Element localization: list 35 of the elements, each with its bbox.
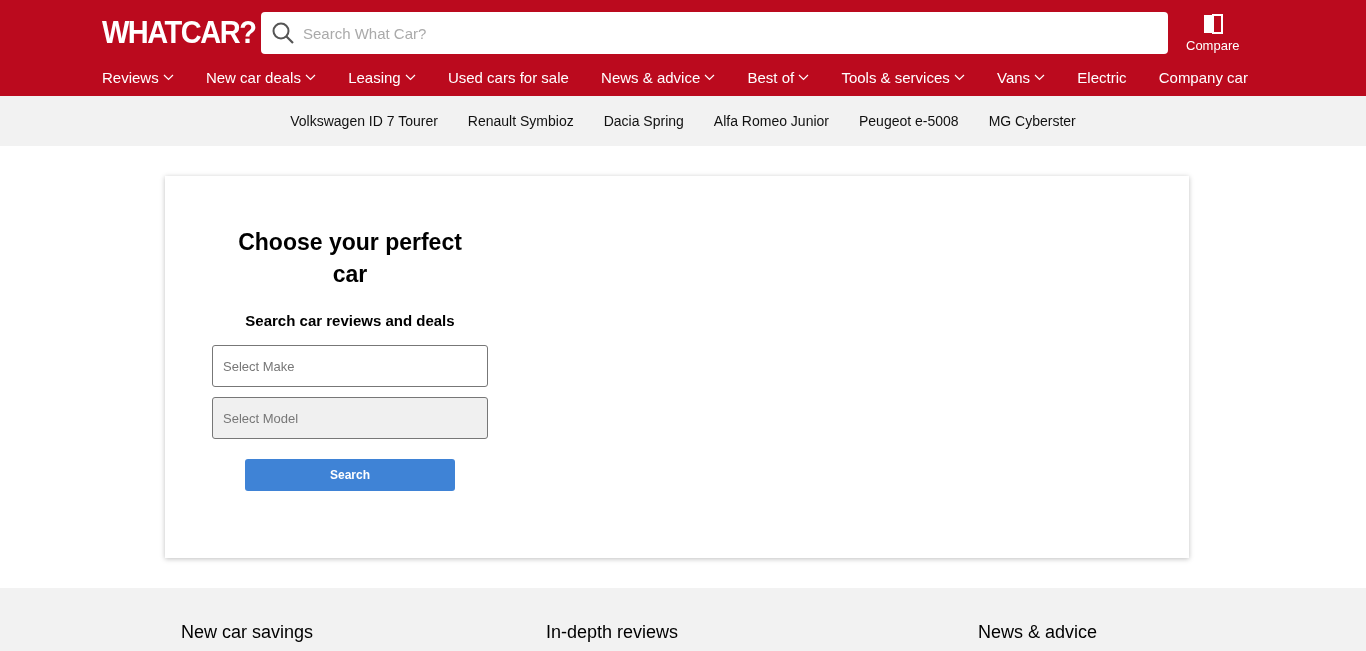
nav-link[interactable]: Reviews	[102, 68, 174, 86]
chevron-down-icon	[798, 73, 810, 81]
search-bar[interactable]: Search What Car?	[261, 12, 1168, 54]
chevron-down-icon	[162, 73, 174, 81]
trending-link[interactable]: Alfa Romeo Junior	[713, 113, 829, 129]
chevron-down-icon	[304, 73, 316, 81]
trending-link[interactable]: Volkswagen ID 7 Tourer	[290, 113, 438, 129]
chevron-down-icon	[404, 73, 416, 81]
chevron-down-icon	[704, 73, 716, 81]
trending-link[interactable]: Peugeot e-5008	[859, 113, 959, 129]
trending-link[interactable]: MG Cyberster	[988, 113, 1076, 129]
chevron-down-icon	[1034, 73, 1046, 81]
search-icon	[271, 21, 295, 45]
section-heading: New car savings	[181, 622, 315, 644]
chevron-down-icon	[953, 73, 965, 81]
section-heading: News & advice	[978, 622, 1099, 644]
nav-link[interactable]: New car deals	[205, 68, 316, 86]
nav-link[interactable]: Tools & services	[841, 68, 965, 86]
trending-link[interactable]: Dacia Spring	[603, 113, 684, 129]
select-field[interactable]: Select Make	[212, 345, 488, 387]
nav-link[interactable]: News & advice	[601, 68, 716, 86]
nav-link[interactable]: Company car	[1158, 68, 1248, 86]
compare-button[interactable]: Compare	[1186, 13, 1240, 53]
nav-link[interactable]: Used cars for sale	[447, 68, 569, 86]
logo[interactable]: WHATCAR?	[102, 15, 261, 51]
finder-subtitle: Search car reviews and deals	[245, 312, 455, 329]
nav-link[interactable]: Vans	[997, 68, 1046, 86]
nav-link[interactable]: Electric	[1077, 68, 1127, 86]
nav-link[interactable]: Leasing	[348, 68, 416, 86]
trending-link[interactable]: Renault Symbioz	[467, 113, 574, 129]
nav-link[interactable]: Best of	[747, 68, 810, 86]
search-button[interactable]: Search	[245, 459, 455, 491]
finder-title: Choose your perfect car	[237, 228, 463, 289]
section-heading: In-depth reviews	[546, 622, 680, 644]
compare-icon	[1202, 13, 1223, 34]
